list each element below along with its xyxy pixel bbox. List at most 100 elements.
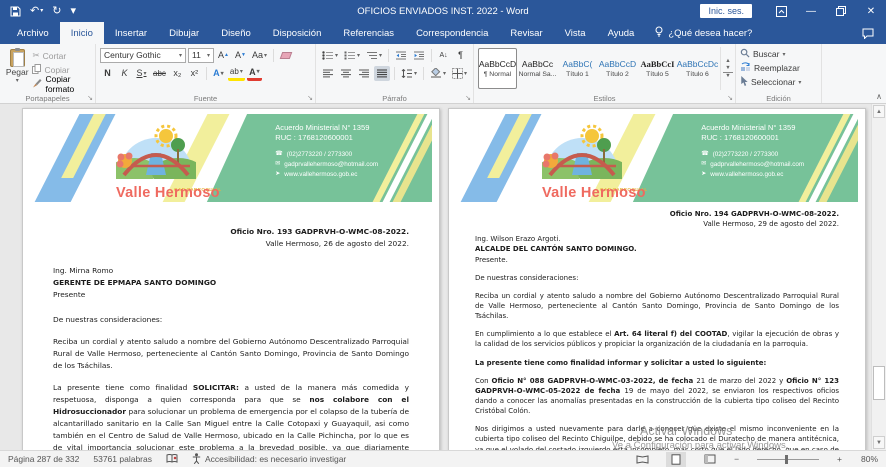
ribbon-display-options-icon[interactable] (766, 0, 796, 22)
page-1[interactable]: Acuerdo Ministerial N° 1359 RUC : 176812… (22, 108, 440, 450)
style-normal-sa[interactable]: AaBbCcNormal Sa... (518, 48, 557, 89)
font-name-combo[interactable]: Century Gothic▾ (100, 48, 186, 63)
oficio-number[interactable]: Oficio Nro. 194 GADPRVH-O-WMC-08-2022. (475, 209, 839, 219)
style-titulo-1[interactable]: AaBbC(Título 1 (558, 48, 597, 89)
align-left-button[interactable] (320, 66, 336, 81)
style-titulo-2[interactable]: AaBbCcDTítulo 2 (598, 48, 637, 89)
font-dialog-launcher[interactable]: ↘ (307, 94, 313, 102)
underline-button[interactable]: S▾ (134, 66, 149, 81)
styles-more-icon[interactable]: ▼ (723, 72, 733, 79)
proofing-icon[interactable] (166, 454, 178, 464)
numbering-button[interactable]: ▾ (342, 48, 362, 63)
recipient-block[interactable]: Ing. Mirna Romo GERENTE DE EPMAPA SANTO … (53, 265, 409, 301)
scroll-down-icon[interactable]: ▼ (873, 436, 885, 449)
bullets-button[interactable]: ▾ (320, 48, 340, 63)
minimize-button[interactable]: — (796, 0, 826, 22)
subscript-button[interactable]: x₂ (170, 66, 185, 81)
line-spacing-button[interactable]: ▾ (399, 66, 419, 81)
format-painter-button[interactable]: Copiar formato (30, 77, 91, 90)
word-count[interactable]: 53761 palabras (93, 454, 152, 464)
styles-dialog-launcher[interactable]: ↘ (727, 94, 733, 102)
redo-icon[interactable]: ↻ (52, 6, 61, 17)
letter-paragraph[interactable]: En cumplimiento a lo que establece el Ar… (475, 329, 839, 349)
tab-vista[interactable]: Vista (554, 22, 597, 44)
strikethrough-button[interactable]: abc (151, 66, 168, 81)
style-normal[interactable]: AaBbCcD¶ Normal (478, 48, 517, 89)
styles-scroll-up-icon[interactable]: ▲ (723, 58, 733, 64)
letter-paragraph[interactable]: Reciba un cordial y atento saludo a nomb… (53, 336, 409, 372)
bold-button[interactable]: N (100, 66, 115, 81)
zoom-slider[interactable] (757, 459, 819, 460)
paste-button[interactable]: Pegar ▾ (4, 47, 30, 90)
tab-ayuda[interactable]: Ayuda (597, 22, 646, 44)
clipboard-dialog-launcher[interactable]: ↘ (87, 94, 93, 102)
undo-icon[interactable]: ↶▾ (30, 6, 43, 17)
tab-referencias[interactable]: Referencias (332, 22, 405, 44)
font-color-button[interactable]: A▾ (247, 66, 262, 81)
accessibility-status[interactable]: Accesibilidad: es necesario investigar (192, 453, 346, 466)
letter-paragraph[interactable]: La presente tiene como finalidad SOLICIT… (53, 382, 409, 450)
decrease-indent-button[interactable] (393, 48, 409, 63)
scroll-up-icon[interactable]: ▲ (873, 105, 885, 118)
zoom-level[interactable]: 80% (856, 454, 878, 464)
find-button[interactable]: Buscar▾ (740, 47, 817, 61)
style-titulo-6[interactable]: AaBbCcDcTítulo 6 (678, 48, 717, 89)
tab-revisar[interactable]: Revisar (499, 22, 553, 44)
page-count[interactable]: Página 287 de 332 (8, 454, 79, 464)
zoom-out-button[interactable]: − (734, 454, 739, 464)
text-effects-button[interactable]: A▾ (211, 66, 226, 81)
page-2[interactable]: Acuerdo Ministerial N° 1359 RUC : 176812… (448, 108, 866, 450)
tab-dibujar[interactable]: Dibujar (158, 22, 210, 44)
vertical-scrollbar[interactable]: ▲ ▼ (871, 104, 886, 450)
sign-in-button[interactable]: Inic. ses. (700, 4, 752, 18)
restore-button[interactable] (826, 0, 856, 22)
comments-icon[interactable] (850, 22, 886, 44)
oficio-date[interactable]: Valle Hermoso, 29 de agosto del 2022. (475, 219, 839, 229)
style-titulo-5[interactable]: AaBbCcITítulo 5 (638, 48, 677, 89)
print-layout-button[interactable] (666, 452, 686, 467)
shrink-font-button[interactable]: A▼ (233, 48, 248, 63)
tab-diseno[interactable]: Diseño (210, 22, 262, 44)
salutation[interactable]: De nuestras consideraciones: (53, 314, 409, 326)
italic-button[interactable]: K (117, 66, 132, 81)
zoom-slider-thumb[interactable] (785, 455, 788, 464)
oficio-number[interactable]: Oficio Nro. 193 GADPRVH-O-WMC-08-2022. (53, 226, 409, 238)
clear-formatting-button[interactable] (278, 48, 293, 63)
letter-paragraph[interactable]: Reciba un cordial y atento saludo a nomb… (475, 291, 839, 321)
oficio-date[interactable]: Valle Hermoso, 26 de agosto del 2022. (53, 238, 409, 250)
superscript-button[interactable]: x² (187, 66, 202, 81)
close-button[interactable]: ✕ (856, 0, 886, 22)
font-size-combo[interactable]: 11▾ (188, 48, 214, 63)
highlight-color-button[interactable]: ab▾ (228, 66, 245, 81)
tell-me-box[interactable]: ¿Qué desea hacer? (645, 22, 762, 44)
read-mode-button[interactable] (632, 452, 652, 467)
select-button[interactable]: Seleccionar▾ (740, 75, 817, 89)
align-right-button[interactable] (356, 66, 372, 81)
letter-paragraph[interactable]: La presente tiene como finalidad informa… (475, 358, 839, 368)
tab-insertar[interactable]: Insertar (104, 22, 158, 44)
letter-paragraph[interactable]: Con Oficio N° 088 GADPRVH-O-WMC-03-2022,… (475, 376, 839, 417)
multilevel-list-button[interactable]: ▾ (364, 48, 384, 63)
paragraph-dialog-launcher[interactable]: ↘ (465, 94, 471, 102)
justify-button[interactable] (374, 66, 390, 81)
salutation[interactable]: De nuestras consideraciones: (475, 273, 839, 283)
customize-qat-icon[interactable]: ▾ (70, 6, 76, 17)
sort-button[interactable]: A↓ (436, 48, 451, 63)
save-icon[interactable] (10, 6, 21, 17)
change-case-button[interactable]: Aa▾ (250, 48, 269, 63)
grow-font-button[interactable]: A▲ (216, 48, 231, 63)
web-layout-button[interactable] (700, 452, 720, 467)
styles-scroll-down-icon[interactable]: ▼ (723, 65, 733, 71)
tab-archivo[interactable]: Archivo (6, 22, 60, 44)
zoom-in-button[interactable]: + (837, 454, 842, 464)
scrollbar-thumb[interactable] (873, 366, 885, 400)
borders-button[interactable]: ▾ (450, 66, 469, 81)
collapse-ribbon-icon[interactable]: ∧ (876, 92, 882, 101)
recipient-block[interactable]: Ing. Wilson Erazo Argoti. ALCALDE DEL CA… (475, 234, 839, 264)
tab-correspondencia[interactable]: Correspondencia (405, 22, 499, 44)
shading-button[interactable]: ▾ (428, 66, 448, 81)
tab-inicio[interactable]: Inicio (60, 22, 104, 44)
show-marks-button[interactable]: ¶ (453, 48, 468, 63)
replace-button[interactable]: Reemplazar (740, 61, 817, 75)
cut-button[interactable]: ✂ Cortar (30, 49, 91, 62)
